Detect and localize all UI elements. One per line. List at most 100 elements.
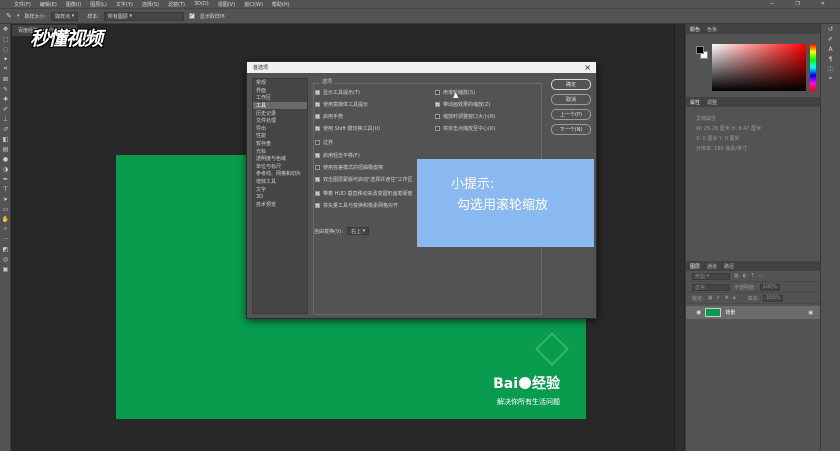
option-hud-hardness[interactable]: ✓ 带着 HUD 垂直移动来改变圆形画笔硬度 <box>315 190 412 197</box>
menu-layer[interactable]: 图层(L) <box>90 1 107 8</box>
close-icon[interactable]: ✕ <box>821 1 825 7</box>
checkbox[interactable] <box>435 90 440 95</box>
option-snap-vector[interactable]: ✓ 将矢量工具与变换和像素网格对齐 <box>315 202 398 209</box>
menu-edit[interactable]: 编辑(E) <box>40 1 57 8</box>
nav-guides[interactable]: 参考线、网格和切片 <box>253 170 307 178</box>
nav-3d[interactable]: 3D <box>253 193 307 201</box>
menu-window[interactable]: 窗口(W) <box>244 1 263 8</box>
filter-pixel-icon[interactable]: ▦ <box>734 273 739 279</box>
stamp-tool-icon[interactable]: ⊥ <box>0 114 11 124</box>
filter-type-icon[interactable]: T <box>751 273 754 279</box>
nav-cursors[interactable]: 光标 <box>253 147 307 155</box>
tab-properties[interactable]: 属性 <box>690 99 700 106</box>
nav-type[interactable]: 文字 <box>253 185 307 193</box>
show-ring-checkbox[interactable]: ✓ <box>188 13 195 19</box>
nav-performance[interactable]: 性能 <box>253 132 307 140</box>
nav-tech-preview[interactable]: 技术预览 <box>253 201 307 209</box>
menu-filter[interactable]: 滤镜(T) <box>168 1 185 8</box>
option-rich-tooltips[interactable]: ✓ 使用富媒体工具提示 <box>315 101 368 108</box>
eyedropper-icon[interactable]: ✎ <box>6 12 12 20</box>
free-transform-select[interactable]: 右上 ▾ <box>347 227 370 235</box>
checkbox[interactable] <box>315 140 320 145</box>
option-double-click-mask[interactable]: ✓ 双击图层蒙版可启动"选择并遮住"工作区 <box>315 176 413 183</box>
navigator-icon[interactable]: ⌖ <box>821 74 840 84</box>
blend-mode-select[interactable]: 正常 <box>692 283 730 291</box>
hand-tool-icon[interactable]: ✋ <box>0 214 11 224</box>
history-brush-icon[interactable]: ↺ <box>0 124 11 134</box>
nav-scratch-disks[interactable]: 暂存盘 <box>253 140 307 148</box>
character-icon[interactable]: A <box>821 44 840 54</box>
filter-adjust-icon[interactable]: ◐ <box>743 273 747 279</box>
lock-paint-icon[interactable]: ✐ <box>716 295 720 301</box>
nav-export[interactable]: 导出 <box>253 125 307 133</box>
paragraph-icon[interactable]: ¶ <box>821 54 840 64</box>
option-flick-panning[interactable]: ✓ 启用轻击平移(F) <box>315 152 360 159</box>
history-icon[interactable]: ↺ <box>821 24 840 34</box>
marquee-tool-icon[interactable]: ⬚ <box>0 34 11 44</box>
nav-general[interactable]: 常规 <box>253 79 307 87</box>
menu-view[interactable]: 视图(V) <box>218 1 235 8</box>
vertical-scrollbar[interactable] <box>674 24 684 451</box>
type-tool-icon[interactable]: T <box>0 184 11 194</box>
prev-button[interactable]: 上一个(P) <box>551 109 591 120</box>
checkbox[interactable]: ✓ <box>315 90 320 95</box>
menu-image[interactable]: 图像(I) <box>66 1 81 8</box>
color-picker-field[interactable] <box>712 44 806 91</box>
tab-channels[interactable]: 通道 <box>707 263 717 270</box>
option-overscroll[interactable]: 过界 <box>315 139 333 146</box>
option-shift-switch[interactable]: ✓ 使用 Shift 键切换工具(U) <box>315 125 380 132</box>
chevron-down-icon[interactable]: ▾ <box>17 13 20 19</box>
frame-tool-icon[interactable]: ⊠ <box>0 74 11 84</box>
lasso-tool-icon[interactable]: ◌ <box>0 44 11 54</box>
nav-interface[interactable]: 界面 <box>253 87 307 95</box>
nav-units[interactable]: 单位与标尺 <box>253 163 307 171</box>
checkbox[interactable]: ✓ <box>315 153 320 158</box>
tab-layers[interactable]: 图层 <box>690 263 700 270</box>
checkbox[interactable]: ✓ <box>315 126 320 131</box>
checkbox[interactable] <box>435 114 440 119</box>
eyedropper-tool-icon[interactable]: ✎ <box>0 84 11 94</box>
dodge-tool-icon[interactable]: ◑ <box>0 164 11 174</box>
option-show-tooltips[interactable]: ✓ 显示工具提示(T) <box>315 89 360 96</box>
brush-tool-icon[interactable]: ✐ <box>0 104 11 114</box>
fill-input[interactable]: 100% <box>763 294 784 302</box>
healing-tool-icon[interactable]: ✚ <box>0 94 11 104</box>
checkbox[interactable]: ✓ <box>315 177 320 182</box>
checkbox[interactable]: ✓ <box>315 203 320 208</box>
eraser-tool-icon[interactable]: ◧ <box>0 134 11 144</box>
option-zoom-center[interactable]: 将单击点缩放至中心(K) <box>435 125 495 132</box>
tab-paths[interactable]: 路径 <box>724 263 734 270</box>
tab-adjustments[interactable]: 调整 <box>707 99 717 106</box>
filter-shape-icon[interactable]: ▭ <box>758 273 763 279</box>
minimize-icon[interactable]: — <box>769 1 774 7</box>
lock-all-icon[interactable]: 🔒︎ <box>733 295 736 301</box>
nav-tools[interactable]: 工具 <box>253 101 307 110</box>
nav-history[interactable]: 历史记录 <box>253 109 307 117</box>
checkbox[interactable] <box>315 165 320 170</box>
menu-3d[interactable]: 3D(D) <box>194 1 209 7</box>
brush-settings-icon[interactable]: ✐ <box>821 34 840 44</box>
hue-slider[interactable] <box>810 44 816 91</box>
tab-color[interactable]: 颜色 <box>690 26 700 33</box>
nav-file-handling[interactable]: 文件处理 <box>253 117 307 125</box>
ok-button[interactable]: 确定 <box>551 79 591 90</box>
menu-type[interactable]: 文字(Y) <box>116 1 133 8</box>
checkbox[interactable]: ✓ <box>435 102 440 107</box>
color-swatches-icon[interactable]: ◩ <box>0 244 11 254</box>
eye-icon[interactable]: ◉ <box>696 309 701 316</box>
checkbox[interactable]: ✓ <box>315 102 320 107</box>
next-button[interactable]: 下一个(N) <box>551 124 591 135</box>
lock-pixels-icon[interactable]: ▦ <box>708 295 713 301</box>
shape-tool-icon[interactable]: ▭ <box>0 204 11 214</box>
info-icon[interactable]: ⓘ <box>821 64 840 74</box>
option-animated-zoom[interactable]: ✓ 带动画效果的缩放(Z) <box>435 101 490 108</box>
nav-workspace[interactable]: 工作区 <box>253 94 307 102</box>
more-tools-icon[interactable]: ··· <box>0 234 11 244</box>
cancel-button[interactable]: 取消 <box>551 94 591 105</box>
checkbox[interactable]: ✓ <box>315 114 320 119</box>
layer-kind-filter[interactable]: 类型 ▾ <box>692 272 730 280</box>
checkbox[interactable] <box>435 126 440 131</box>
path-select-tool-icon[interactable]: ➤ <box>0 194 11 204</box>
quick-mask-icon[interactable]: ◎ <box>0 254 11 264</box>
dialog-close-icon[interactable]: × <box>584 63 591 72</box>
